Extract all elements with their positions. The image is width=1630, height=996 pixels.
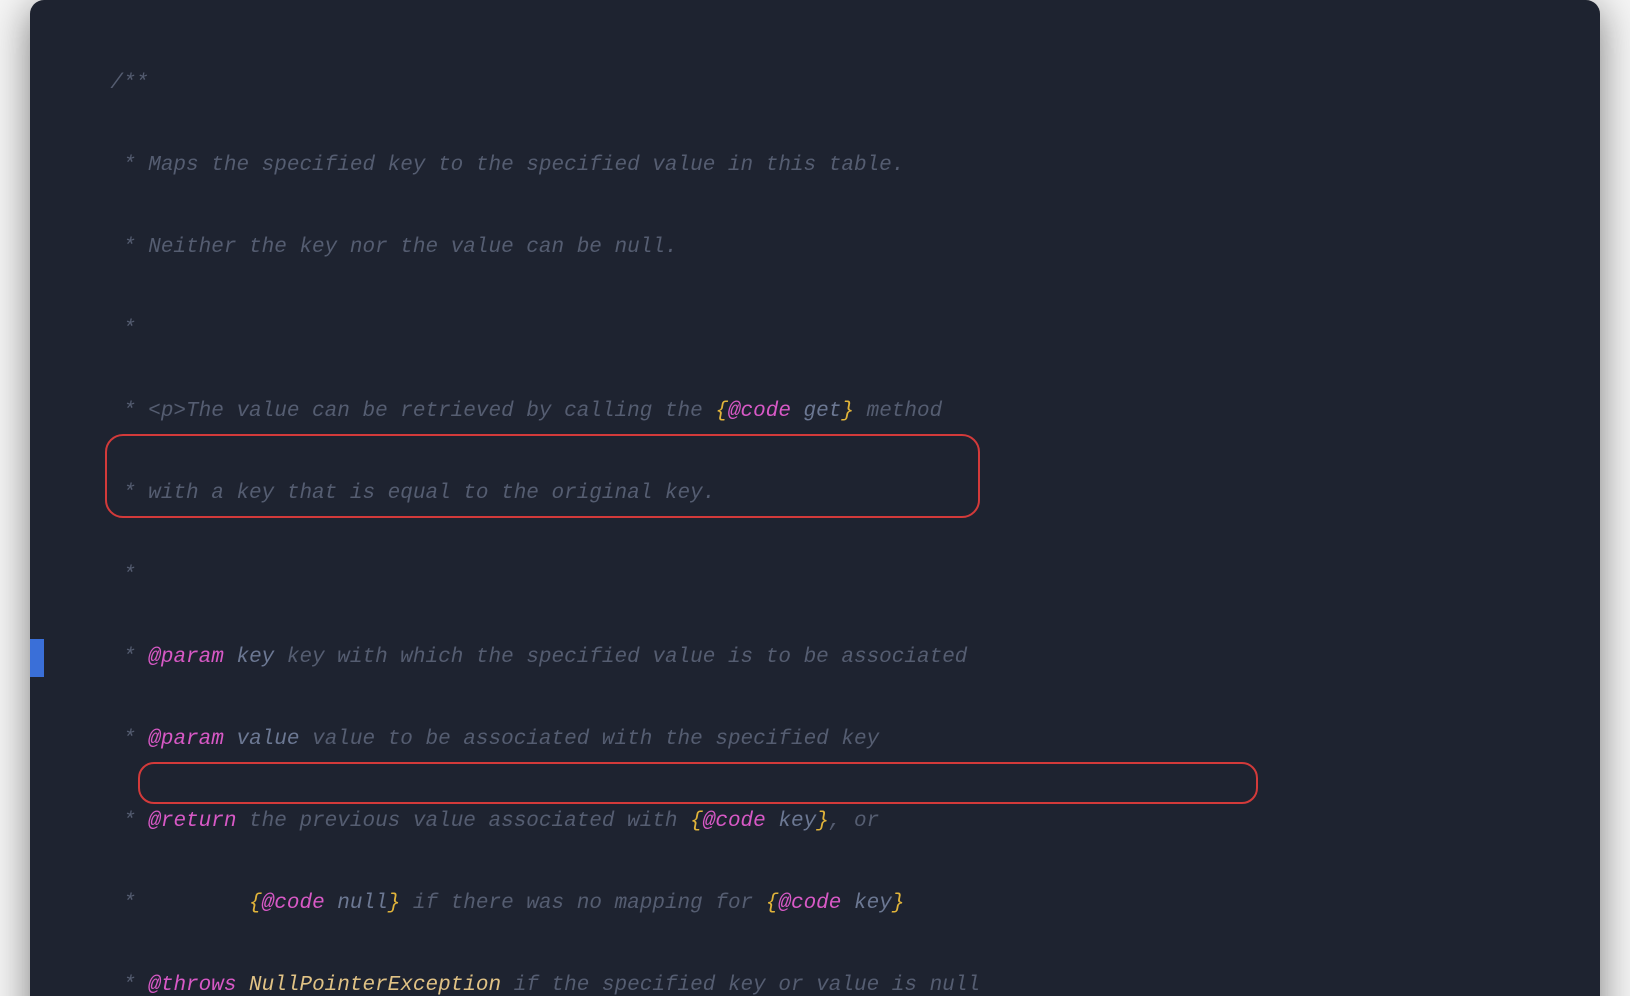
code-line: * <p>The value can be retrieved by calli…: [60, 391, 1600, 432]
javadoc-line: * with a key that is equal to the origin…: [110, 482, 715, 505]
code-line: * Neither the key nor the value can be n…: [60, 227, 1600, 268]
code-editor: /** * Maps the specified key to the spec…: [30, 0, 1600, 996]
caret-indicator: [30, 639, 44, 677]
javadoc-param-tag: @param: [148, 646, 224, 669]
javadoc-param-tag: @param: [148, 728, 224, 751]
code-line: *: [60, 309, 1600, 350]
javadoc-line: * Maps the specified key to the specifie…: [110, 154, 904, 177]
javadoc-line: * <p>The value can be retrieved by calli…: [110, 400, 715, 423]
code-line: * {@code null} if there was no mapping f…: [60, 883, 1600, 924]
code-line: * @throws NullPointerException if the sp…: [60, 965, 1600, 996]
javadoc-open: /**: [110, 72, 148, 95]
code-line: * with a key that is equal to the origin…: [60, 473, 1600, 514]
code-block[interactable]: /** * Maps the specified key to the spec…: [30, 22, 1600, 996]
javadoc-throws-tag: @throws: [148, 974, 236, 996]
javadoc-line: *: [110, 564, 135, 587]
javadoc-line: * Neither the key nor the value can be n…: [110, 236, 677, 259]
code-line: * Maps the specified key to the specifie…: [60, 145, 1600, 186]
code-line: * @return the previous value associated …: [60, 801, 1600, 842]
code-line: *: [60, 555, 1600, 596]
code-line: * @param key key with which the specifie…: [60, 637, 1600, 678]
javadoc-throws-exception: NullPointerException: [236, 974, 501, 996]
javadoc-return-tag: @return: [148, 810, 236, 833]
javadoc-line: *: [110, 318, 135, 341]
code-line: * @param value value to be associated wi…: [60, 719, 1600, 760]
code-line: /**: [60, 63, 1600, 104]
